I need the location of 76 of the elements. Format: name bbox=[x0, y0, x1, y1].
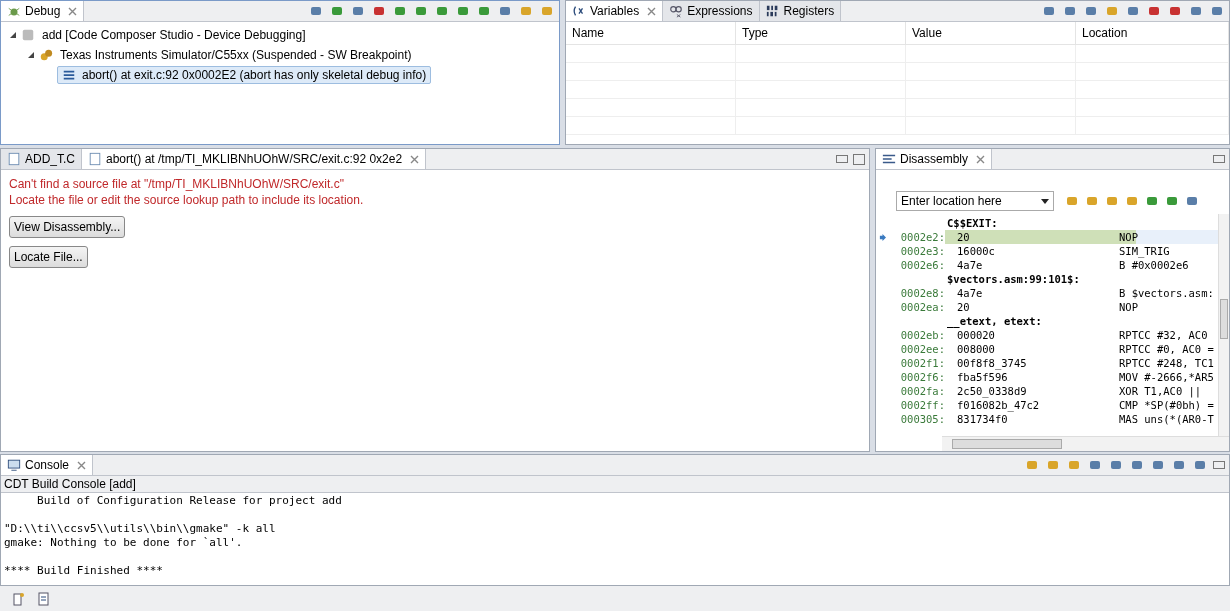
console-line: **** Build Finished **** bbox=[4, 564, 163, 577]
stack-frame-icon bbox=[62, 68, 76, 82]
address: 0002ea: bbox=[900, 300, 945, 314]
console-tab[interactable]: Console bbox=[1, 455, 94, 475]
close-icon[interactable] bbox=[410, 154, 420, 164]
instruction-line: 4a7e B #0x0002e6 bbox=[956, 258, 1190, 272]
instruction-line: f016082b_47c2 CMP *SP(#0bh) = bbox=[956, 398, 1215, 412]
view-tab[interactable]: Variables bbox=[566, 1, 664, 21]
instruction-line: fba5f596 MOV #-2666,*AR5 bbox=[956, 370, 1215, 384]
location-combo[interactable]: Enter location here bbox=[896, 191, 1054, 211]
code-label: $vectors.asm:99:101$: bbox=[946, 272, 1080, 286]
vertical-scrollbar[interactable] bbox=[1218, 214, 1229, 436]
address: 0002ee: bbox=[900, 342, 945, 356]
instruction-line: 008000 RPTCC #0, AC0 = bbox=[956, 342, 1215, 356]
close-icon[interactable] bbox=[77, 460, 87, 470]
minimize-icon[interactable] bbox=[1213, 155, 1225, 163]
stack-frame-item[interactable]: abort() at exit.c:92 0x0002E2 (abort has only skeletal debug info) bbox=[57, 66, 432, 84]
editor-tab[interactable]: ADD_T.C bbox=[1, 149, 82, 169]
address: 0002fa: bbox=[900, 384, 945, 398]
column-header[interactable]: Value bbox=[906, 22, 1076, 45]
lines-icon bbox=[882, 152, 896, 166]
column-header[interactable]: Location bbox=[1076, 22, 1229, 45]
column-header[interactable]: Name bbox=[566, 22, 736, 45]
code-label: C$$EXIT: bbox=[946, 216, 998, 230]
scroll-thumb[interactable] bbox=[1220, 299, 1228, 339]
address: 000305: bbox=[900, 412, 945, 426]
disassembly-tab[interactable]: Disassembly bbox=[876, 149, 992, 169]
address: 0002f1: bbox=[900, 356, 945, 370]
registers-icon bbox=[765, 4, 780, 18]
dropdown-caret-icon[interactable] bbox=[1041, 197, 1049, 205]
scroll-thumb[interactable] bbox=[952, 439, 1062, 449]
address: 0002e2: bbox=[900, 230, 945, 244]
error-message: Locate the file or edit the source lookup path to include its location. bbox=[9, 192, 364, 208]
location-field[interactable]: Enter location here bbox=[897, 194, 1041, 208]
action-button[interactable]: View Disassembly... bbox=[9, 216, 126, 238]
code-label: __etext, etext: bbox=[946, 314, 1042, 328]
address: 0002f6: bbox=[900, 370, 945, 384]
tree-item[interactable]: add [Code Composer Studio - Device Debugging] bbox=[39, 27, 309, 43]
column-header[interactable]: Type bbox=[736, 22, 906, 45]
close-icon[interactable] bbox=[976, 154, 985, 164]
instruction-line: 2c50_0338d9 XOR T1,AC0 || bbox=[956, 384, 1203, 398]
tree-item[interactable]: Texas Instruments Simulator/C55xx (Suspended - SW Breakpoint) bbox=[57, 47, 415, 63]
instruction-line: 000020 RPTCC #32, AC0 bbox=[956, 328, 1209, 342]
address: 0002eb: bbox=[900, 328, 945, 342]
view-tab[interactable]: Registers bbox=[759, 1, 842, 21]
console-title: CDT Build Console [add] bbox=[1, 476, 1229, 493]
variables-icon bbox=[572, 4, 586, 18]
view-tab[interactable]: Expressions bbox=[663, 1, 760, 21]
address: 0002e3: bbox=[900, 244, 945, 258]
console-line: Build of Configuration Release for project add bbox=[36, 494, 342, 507]
debug-tab[interactable]: Debug bbox=[1, 1, 85, 21]
horizontal-scrollbar[interactable] bbox=[942, 436, 1229, 451]
expand-toggle-icon[interactable] bbox=[9, 31, 17, 39]
maximize-icon[interactable] bbox=[853, 153, 865, 165]
error-message: Can't find a source file at "/tmp/TI_MKLIBNhUOhW/SRC/exit.c" bbox=[9, 176, 345, 192]
console-line: gmake: Nothing to be done for `all'. bbox=[4, 536, 243, 549]
document-icon[interactable] bbox=[36, 590, 52, 607]
minimize-icon[interactable] bbox=[1213, 461, 1225, 469]
instruction-line: 831734f0 MAS uns(*(AR0-T bbox=[956, 412, 1215, 426]
minimize-icon[interactable] bbox=[836, 155, 848, 163]
expand-toggle-icon[interactable] bbox=[27, 51, 35, 59]
current-line-arrow-icon bbox=[879, 233, 886, 241]
instruction-line: 20 NOP bbox=[956, 300, 1139, 314]
editor-tab[interactable]: abort() at /tmp/TI_MKLIBNhUOhW/SRC/exit.c:92 0x2e2 bbox=[82, 149, 427, 169]
action-button[interactable]: Locate File... bbox=[9, 246, 88, 268]
close-icon[interactable] bbox=[68, 6, 78, 16]
address: 0002e6: bbox=[900, 258, 945, 272]
address: 0002ff: bbox=[900, 398, 945, 412]
address: 0002e8: bbox=[900, 286, 945, 300]
expressions-icon bbox=[669, 4, 684, 18]
instruction-line: 00f8f8_3745 RPTCC #248, TC1 bbox=[956, 356, 1215, 370]
new-item-icon[interactable] bbox=[10, 590, 26, 607]
instruction-line: 16000c SIM_TRIG bbox=[956, 244, 1171, 258]
console-line: "D:\\ti\\ccsv5\\utils\\bin\\gmake" -k all bbox=[4, 522, 276, 535]
close-icon[interactable] bbox=[647, 6, 657, 16]
instruction-line: 4a7e B $vectors.asm: bbox=[956, 286, 1215, 300]
